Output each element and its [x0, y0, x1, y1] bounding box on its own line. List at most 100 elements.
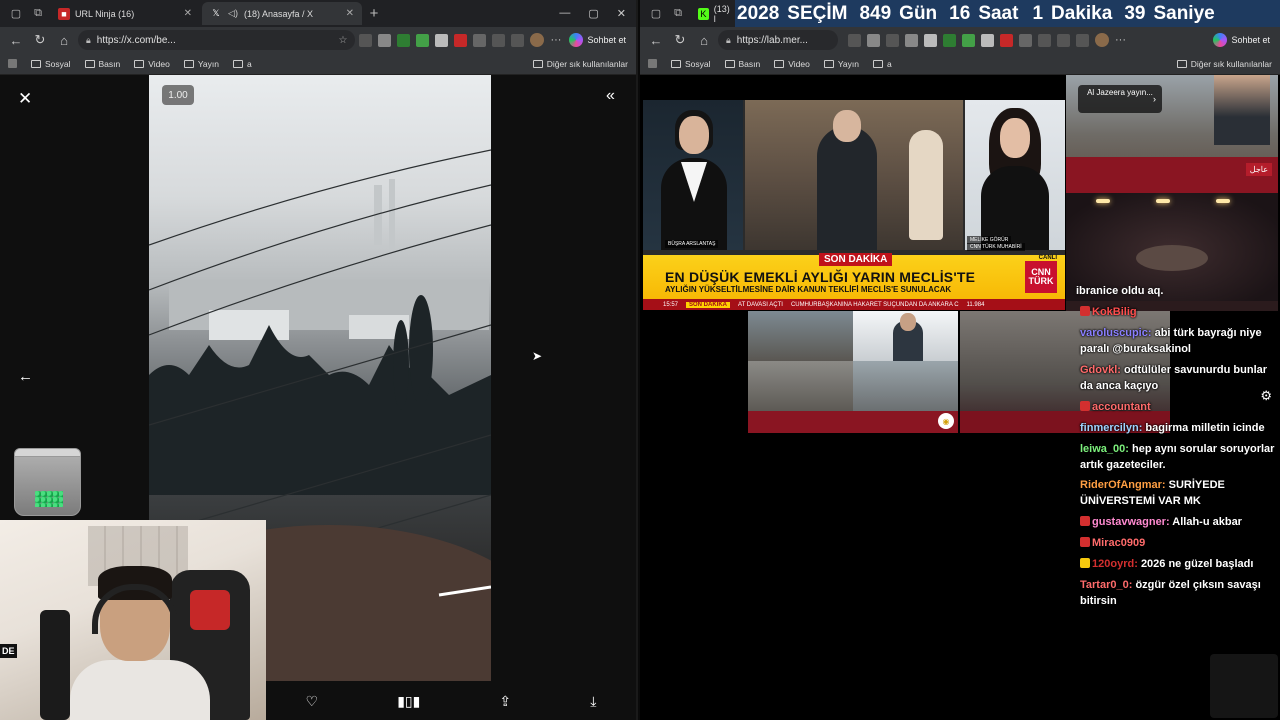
chat-username[interactable]: KokBilig	[1092, 306, 1137, 318]
tab-actions-icon[interactable]: ⧉	[28, 4, 48, 24]
chat-username[interactable]: Gdovkl	[1080, 364, 1117, 376]
favorites-icon[interactable]	[1057, 33, 1070, 47]
home-icon[interactable]: ⌂	[694, 33, 714, 48]
countdown-year: 2028	[737, 2, 780, 24]
workspaces-icon[interactable]: ▢	[646, 4, 666, 24]
chat-username[interactable]: leiwa_00	[1080, 443, 1125, 455]
collapse-panel-icon[interactable]: «	[606, 87, 615, 105]
apps-icon[interactable]	[8, 59, 17, 68]
chat-username[interactable]: accountant	[1092, 401, 1151, 413]
extension-icon[interactable]	[1000, 33, 1013, 47]
profile-avatar[interactable]	[1095, 33, 1109, 47]
lock-icon[interactable]: 🔒︎	[726, 35, 731, 46]
extension-icon[interactable]	[1076, 33, 1089, 47]
chat-message: RiderOfAngmar: SURİYEDE ÜNİVERSTEMİ VAR …	[1080, 479, 1225, 508]
chat-badge-icon	[1080, 400, 1090, 411]
other-bookmarks[interactable]: Diğer sık kullanılanlar	[532, 59, 628, 69]
address-bar[interactable]: 🔒︎ https://lab.mer...	[718, 30, 838, 50]
bookmark-folder[interactable]: Video	[134, 59, 170, 69]
home-icon[interactable]: ⌂	[54, 33, 74, 48]
bookmark-folder[interactable]: Yayın	[823, 59, 859, 69]
new-tab-icon[interactable]: +	[364, 4, 384, 24]
extension-icon[interactable]	[435, 33, 449, 47]
bookmark-folder[interactable]: Basın	[724, 59, 760, 69]
extension-icon[interactable]	[962, 33, 975, 47]
aljazeera-popup[interactable]: Al Jazeera yayın... ›	[1078, 85, 1162, 113]
back-icon[interactable]: ←	[6, 33, 26, 48]
more-icon[interactable]: ···	[1115, 34, 1126, 46]
previous-arrow-icon[interactable]: ←	[18, 368, 33, 385]
split-view-icon[interactable]	[492, 33, 506, 47]
stats-icon[interactable]: ▮▯▮	[397, 693, 420, 710]
favorite-star-icon[interactable]: ☆	[339, 35, 348, 46]
split-view-icon[interactable]	[1038, 33, 1051, 47]
extension-icon[interactable]	[848, 33, 861, 47]
chat-username[interactable]: gustavwagner	[1092, 516, 1166, 528]
close-tab-icon[interactable]: ✕	[184, 8, 192, 19]
url-ninja-favicon: ■	[58, 7, 70, 20]
copilot-button[interactable]: Sohbet et	[565, 33, 630, 47]
audio-icon[interactable]: ◁)	[227, 8, 239, 20]
bookmark-folder[interactable]: Basın	[84, 58, 121, 69]
minimize-icon[interactable]: —	[559, 7, 570, 20]
bookmark-folder[interactable]: Yayın	[183, 59, 219, 69]
extension-icon[interactable]	[867, 33, 880, 47]
download-icon[interactable]: ⤓	[590, 693, 596, 710]
close-tab-icon[interactable]: ✕	[346, 8, 354, 19]
favorites-icon[interactable]	[511, 33, 525, 47]
folder-icon	[671, 59, 681, 68]
extension-icon[interactable]	[397, 33, 411, 47]
lock-icon[interactable]: 🔒︎	[86, 35, 91, 46]
extension-icon[interactable]	[416, 33, 430, 47]
tab-url-ninja[interactable]: ■ URL Ninja (16) ✕	[50, 2, 200, 25]
nav-toolbar: ← ↻ ⌂ 🔒︎ https://x.com/be... ☆ ··· Sohbe…	[0, 27, 636, 53]
favorite-star-icon[interactable]	[886, 33, 899, 47]
chat-username[interactable]: finmercilyn	[1080, 422, 1139, 434]
chat-message: Tartar0_0: özgür özel çıksın savaşı biti…	[1080, 579, 1261, 608]
chat-username[interactable]: Mirac0909	[1092, 537, 1145, 549]
copilot-button[interactable]: Sohbet et	[1209, 33, 1274, 47]
extension-icon[interactable]	[378, 33, 392, 47]
tab-x-home[interactable]: 𝕏 ◁) (18) Anasayfa / X ✕	[202, 2, 362, 25]
address-bar[interactable]: 🔒︎ https://x.com/be... ☆	[78, 30, 356, 50]
countdown-hours-label: Saat	[978, 2, 1019, 24]
heart-icon[interactable]: ♡	[306, 693, 319, 710]
folder-icon	[232, 59, 243, 68]
bookmark-folder[interactable]: Video	[774, 59, 810, 69]
extension-icon[interactable]	[359, 33, 373, 47]
playback-speed-badge[interactable]: 1.00	[162, 85, 194, 105]
bookmark-folder[interactable]: a	[872, 59, 892, 69]
extension-icon[interactable]	[905, 33, 918, 47]
refresh-icon[interactable]: ↻	[670, 32, 690, 48]
other-bookmarks[interactable]: Diğer sık kullanılanlar	[1176, 59, 1272, 69]
extension-icon[interactable]	[454, 33, 468, 47]
chat-username[interactable]: Tartar0_0	[1080, 579, 1129, 591]
profile-avatar[interactable]	[530, 33, 545, 47]
refresh-icon[interactable]: ↻	[30, 32, 50, 48]
apps-icon[interactable]	[648, 59, 657, 68]
extension-icon[interactable]	[924, 33, 937, 47]
workspaces-icon[interactable]: ▢	[6, 4, 26, 24]
puzzle-icon[interactable]	[473, 33, 487, 47]
share-icon[interactable]: ⇪	[499, 693, 511, 710]
maximize-icon[interactable]: ▢	[588, 7, 598, 20]
crawl-item: AT DAVASI AÇTI	[738, 301, 783, 308]
tab-actions-icon[interactable]: ⧉	[668, 4, 688, 24]
back-icon[interactable]: ←	[646, 33, 666, 48]
close-icon[interactable]: ✕	[18, 89, 32, 109]
gear-icon[interactable]: ⚙	[1260, 388, 1272, 404]
bookmark-folder[interactable]: Sosyal	[671, 59, 711, 69]
chat-username[interactable]: 120oyrd	[1092, 558, 1134, 570]
tab-lab[interactable]: K (13) l	[690, 2, 740, 25]
bookmark-folder[interactable]: a	[232, 59, 252, 69]
close-window-icon[interactable]: ✕	[617, 7, 626, 20]
chat-username[interactable]: varoluscupic	[1080, 327, 1148, 339]
bookmark-folder[interactable]: Sosyal	[31, 59, 71, 69]
countdown-days: 849	[859, 2, 892, 24]
extension-icon[interactable]	[981, 33, 994, 47]
more-icon[interactable]: ···	[550, 34, 561, 46]
chat-username[interactable]: RiderOfAngmar	[1080, 479, 1162, 491]
bookmark-label: Basın	[98, 58, 121, 69]
puzzle-icon[interactable]	[1019, 33, 1032, 47]
extension-icon[interactable]	[943, 33, 956, 47]
